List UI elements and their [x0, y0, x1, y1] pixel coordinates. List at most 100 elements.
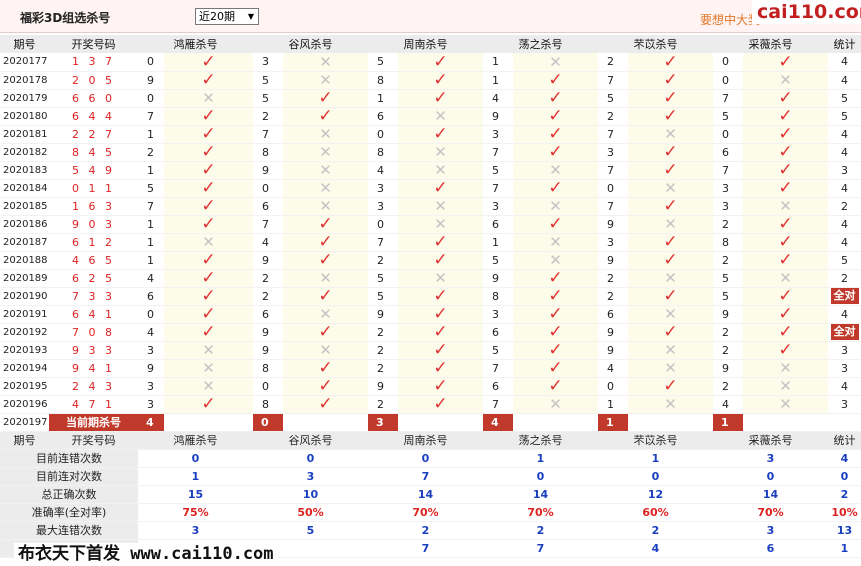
table-row: 2020177 1 3 7 0 ✓ 3 ✕ 5 ✓ 1 ✕ 2 ✓ 0 ✓ 4: [0, 53, 861, 72]
stats-value: 5: [253, 521, 368, 540]
col-expert-4: 荡之杀号: [483, 35, 598, 53]
check-icon: ✓: [433, 233, 448, 251]
check-icon: ✓: [433, 287, 448, 305]
result-cell: ✕: [283, 161, 368, 180]
check-icon: ✓: [778, 251, 793, 269]
table-row: 2020187 6 1 2 1 ✕ 4 ✓ 7 ✓ 1 ✕ 3 ✓ 8 ✓ 4: [0, 233, 861, 252]
cross-icon: ✕: [779, 197, 792, 215]
result-cell: ✕: [164, 89, 253, 108]
issue-cell: 2020181: [0, 125, 49, 144]
cross-icon: ✕: [319, 53, 332, 71]
kill-number-cell: 5: [483, 341, 513, 360]
kill-number-cell: 2: [598, 107, 628, 126]
check-icon: ✓: [778, 107, 793, 125]
check-icon: ✓: [433, 377, 448, 395]
draw-cell: 0 1 1: [49, 179, 138, 198]
kill-number-cell: 6: [483, 377, 513, 396]
count-cell: 3: [828, 359, 861, 378]
cross-icon: ✕: [664, 305, 677, 323]
check-icon: ✓: [778, 287, 793, 305]
stats-value: 3: [138, 521, 253, 540]
all-correct-badge: 全对: [830, 324, 859, 340]
result-cell: ✓: [283, 215, 368, 234]
issue-cell: 2020185: [0, 197, 49, 216]
kill-number-cell: 9: [368, 377, 398, 396]
issue-cell: 2020183: [0, 161, 49, 180]
check-icon: ✓: [433, 179, 448, 197]
result-cell: ✕: [743, 197, 828, 216]
cross-icon: ✕: [664, 125, 677, 143]
watermark-top: cai110.com: [752, 0, 861, 24]
check-icon: ✓: [548, 323, 563, 341]
kill-number-cell: 3: [483, 305, 513, 324]
kill-number-cell: 0: [713, 71, 743, 90]
kill-number-cell: 8: [253, 359, 283, 378]
kill-number-cell: 3: [138, 377, 164, 396]
stats-value: 50%: [253, 503, 368, 522]
result-cell: ✓: [743, 89, 828, 108]
check-icon: ✓: [318, 89, 333, 107]
check-icon: ✓: [778, 215, 793, 233]
check-icon: ✓: [548, 305, 563, 323]
check-icon: ✓: [201, 53, 216, 71]
result-cell: ✓: [513, 287, 598, 306]
cross-icon: ✕: [319, 305, 332, 323]
kill-number-cell: 9: [253, 323, 283, 342]
result-cell: ✓: [513, 71, 598, 90]
count-cell: 2: [828, 197, 861, 216]
promo-link[interactable]: 要想中大奖: [700, 11, 760, 28]
result-cell: ✕: [164, 377, 253, 396]
draw-cell: 1 6 3: [49, 197, 138, 216]
stats-label: 目前连对次数: [0, 467, 138, 486]
result-cell: ✓: [283, 395, 368, 414]
check-icon: ✓: [433, 395, 448, 413]
check-icon: ✓: [778, 89, 793, 107]
result-cell: ✕: [164, 341, 253, 360]
stats-value: 3: [253, 467, 368, 486]
kill-number-cell: 5: [598, 89, 628, 108]
result-cell: ✓: [743, 107, 828, 126]
stats-value: 1: [483, 449, 598, 468]
col-count: 统计: [828, 431, 861, 450]
result-cell: ✓: [513, 269, 598, 288]
result-cell: ✕: [743, 395, 828, 414]
stats-total: 0: [828, 467, 861, 486]
count-cell: 4: [828, 215, 861, 234]
stats-value: 14: [713, 485, 828, 504]
result-cell: ✕: [283, 197, 368, 216]
kill-number-cell: 2: [368, 395, 398, 414]
kill-number-cell: 2: [598, 53, 628, 72]
kill-number-cell: 6: [253, 305, 283, 324]
kill-number-cell: 9: [483, 269, 513, 288]
count-cell: 4: [828, 377, 861, 396]
result-cell: ✓: [398, 305, 483, 324]
count-cell: 2: [828, 269, 861, 288]
kill-number-cell: 2: [138, 143, 164, 162]
table-row: 2020193 9 3 3 3 ✕ 9 ✕ 2 ✓ 5 ✓ 9 ✕ 2 ✓ 3: [0, 341, 861, 360]
kill-number-cell: 6: [598, 305, 628, 324]
kill-number-cell: 5: [368, 269, 398, 288]
result-cell: ✕: [283, 125, 368, 144]
stats-value: 0: [368, 449, 483, 468]
cross-icon: ✕: [434, 107, 447, 125]
result-cell: ✓: [743, 125, 828, 144]
col-expert-3: 周南杀号: [368, 35, 483, 53]
result-cell: ✓: [398, 395, 483, 414]
result-cell: ✕: [283, 71, 368, 90]
result-cell: ✓: [628, 233, 713, 252]
col-expert-5: 芣苡杀号: [598, 35, 713, 53]
table-row: 2020192 7 0 8 4 ✓ 9 ✓ 2 ✓ 6 ✓ 9 ✓ 2 ✓ 全对: [0, 323, 861, 342]
cross-icon: ✕: [664, 341, 677, 359]
current-kill-number: 1: [598, 413, 628, 432]
table-row: 2020189 6 2 5 4 ✓ 2 ✕ 5 ✕ 9 ✓ 2 ✕ 5 ✕ 2: [0, 269, 861, 288]
stats-value: 0: [598, 467, 713, 486]
period-select[interactable]: 近20期 ▼: [195, 8, 259, 25]
kill-number-table: 期号 开奖号码 鸿雁杀号 谷风杀号 周南杀号 荡之杀号 芣苡杀号 采薇杀号 统计…: [0, 35, 861, 558]
kill-number-cell: 7: [483, 395, 513, 414]
current-row: 2020197 当前期杀号 4 0 3 4 1 1: [0, 413, 861, 432]
kill-number-cell: 4: [138, 269, 164, 288]
result-cell: ✓: [164, 287, 253, 306]
issue-cell: 2020187: [0, 233, 49, 252]
kill-number-cell: 9: [598, 251, 628, 270]
result-cell: ✕: [628, 341, 713, 360]
